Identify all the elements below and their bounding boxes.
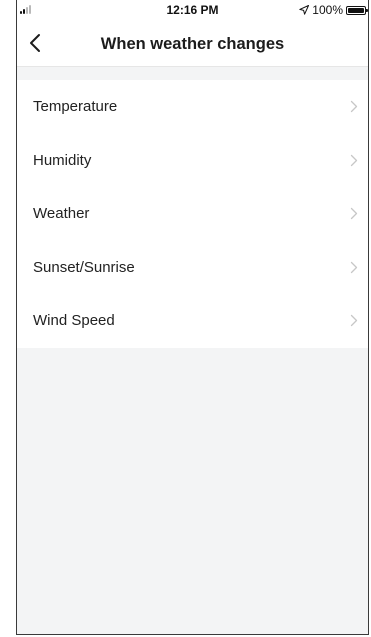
page-title: When weather changes bbox=[100, 35, 285, 53]
option-label: Humidity bbox=[33, 151, 92, 169]
status-bar: 12:16 PM 100% bbox=[17, 0, 368, 20]
chevron-right-icon bbox=[350, 100, 358, 113]
phone-screen: 12:16 PM 100% When weather changes Tempe… bbox=[16, 0, 369, 635]
navigation-bar: When weather changes bbox=[17, 20, 368, 67]
chevron-right-icon bbox=[350, 208, 358, 220]
option-temperature[interactable]: Temperature bbox=[17, 80, 368, 134]
condition-options-list: Temperature Humidity Weather Sunset/Sunr… bbox=[17, 80, 368, 348]
chevron-right-icon bbox=[350, 261, 358, 273]
battery-percentage: 100% bbox=[312, 3, 343, 17]
option-label: Weather bbox=[33, 205, 90, 223]
option-humidity[interactable]: Humidity bbox=[17, 134, 368, 188]
option-label: Sunset/Sunrise bbox=[33, 258, 135, 276]
option-label: Wind Speed bbox=[33, 312, 115, 330]
battery-full-icon bbox=[346, 5, 368, 15]
option-sunset-sunrise[interactable]: Sunset/Sunrise bbox=[17, 241, 368, 295]
chevron-right-icon bbox=[350, 315, 358, 327]
status-right-group: 100% bbox=[299, 3, 368, 17]
option-label: Temperature bbox=[33, 98, 118, 115]
option-weather[interactable]: Weather bbox=[17, 187, 368, 241]
chevron-right-icon bbox=[350, 154, 358, 166]
location-arrow-icon bbox=[299, 5, 310, 15]
option-wind-speed[interactable]: Wind Speed bbox=[17, 294, 368, 348]
